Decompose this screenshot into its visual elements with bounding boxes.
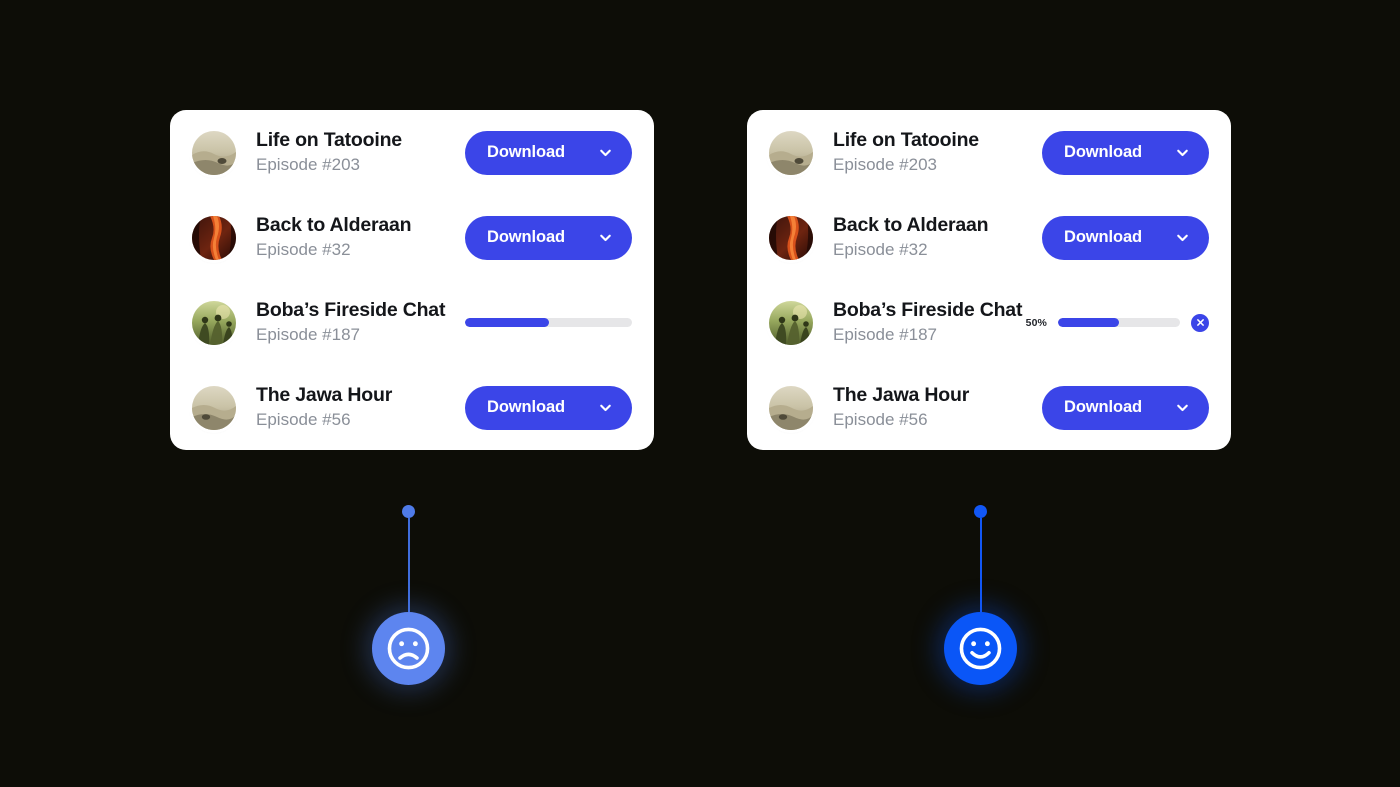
episode-artwork-figures — [192, 300, 236, 345]
episode-number: Episode #32 — [833, 240, 928, 260]
episode-artwork-desert — [769, 385, 813, 430]
download-button[interactable]: Download — [1042, 385, 1209, 430]
download-button[interactable]: Download — [465, 215, 632, 260]
episode-action: Download — [1025, 130, 1209, 175]
download-button[interactable]: Download — [465, 130, 632, 175]
episode-row: Back to Alderaan Episode #32 Download — [769, 195, 1209, 280]
positive-verdict — [944, 505, 1017, 685]
chevron-down-icon — [597, 399, 614, 416]
episode-number: Episode #56 — [256, 410, 351, 430]
episode-artwork-desert — [769, 130, 813, 175]
episode-artwork-figures — [769, 300, 813, 345]
episode-title: Boba’s Fireside Chat — [833, 298, 1023, 321]
episode-artwork-desert — [192, 130, 236, 175]
episode-title: Back to Alderaan — [833, 213, 989, 236]
download-button[interactable]: Download — [1042, 130, 1209, 175]
episode-meta: Back to Alderaan Episode #32 — [236, 214, 465, 262]
download-button[interactable]: Download — [1042, 215, 1209, 260]
happy-face-icon — [944, 612, 1017, 685]
episode-row-downloading: Boba’s Fireside Chat Episode #187 — [192, 280, 632, 365]
download-button-label: Download — [1064, 398, 1143, 416]
download-button-label: Download — [1064, 143, 1143, 161]
episode-number: Episode #203 — [833, 155, 937, 175]
episode-row-downloading: Boba’s Fireside Chat Episode #187 50% — [769, 280, 1209, 365]
verdict-stem — [407, 518, 410, 614]
episode-number: Episode #187 — [833, 325, 937, 345]
download-button-label: Download — [487, 143, 566, 161]
chevron-down-icon — [1174, 399, 1191, 416]
download-progress-group: 50% — [1025, 313, 1209, 332]
verdict-anchor-dot — [402, 505, 415, 518]
episode-title: Life on Tatooine — [256, 128, 402, 151]
episode-meta: Boba’s Fireside Chat Episode #187 — [813, 299, 1025, 347]
episode-action: 50% — [1025, 313, 1209, 332]
episode-title: Back to Alderaan — [256, 213, 412, 236]
sad-face-icon — [372, 612, 445, 685]
episode-title: The Jawa Hour — [256, 383, 393, 406]
chevron-down-icon — [597, 229, 614, 246]
episode-row: The Jawa Hour Episode #56 Download — [769, 365, 1209, 450]
episode-action — [465, 318, 632, 327]
episode-meta: Back to Alderaan Episode #32 — [813, 214, 1025, 262]
episode-title: The Jawa Hour — [833, 383, 970, 406]
close-icon — [1196, 318, 1205, 327]
episode-action: Download — [465, 385, 632, 430]
episode-meta: Boba’s Fireside Chat Episode #187 — [236, 299, 465, 347]
episode-action: Download — [465, 215, 632, 260]
comparison-stage: Life on Tatooine Episode #203 Download B… — [0, 0, 1400, 787]
download-percent-label: 50% — [1025, 316, 1047, 329]
episode-meta: The Jawa Hour Episode #56 — [813, 384, 1025, 432]
download-button-label: Download — [1064, 228, 1143, 246]
download-button-label: Download — [487, 398, 566, 416]
episode-row: Life on Tatooine Episode #203 Download — [192, 110, 632, 195]
episode-meta: Life on Tatooine Episode #203 — [236, 129, 465, 177]
episode-action: Download — [465, 130, 632, 175]
download-button[interactable]: Download — [465, 385, 632, 430]
cancel-download-button[interactable] — [1191, 313, 1209, 332]
download-button-label: Download — [487, 228, 566, 246]
episode-artwork-canyon — [192, 215, 236, 260]
chevron-down-icon — [1174, 144, 1191, 161]
chevron-down-icon — [1174, 229, 1191, 246]
episode-meta: Life on Tatooine Episode #203 — [813, 129, 1025, 177]
episode-action: Download — [1025, 215, 1209, 260]
episode-title: Boba’s Fireside Chat — [256, 298, 446, 321]
episode-number: Episode #187 — [256, 325, 360, 345]
verdict-stem — [979, 518, 982, 614]
download-progress-fill — [1058, 318, 1119, 327]
episode-artwork-canyon — [769, 215, 813, 260]
chevron-down-icon — [597, 144, 614, 161]
episode-number: Episode #56 — [833, 410, 928, 430]
episode-artwork-desert — [192, 385, 236, 430]
episode-number: Episode #203 — [256, 155, 360, 175]
episode-number: Episode #32 — [256, 240, 351, 260]
before-card: Life on Tatooine Episode #203 Download B… — [170, 110, 654, 450]
after-card: Life on Tatooine Episode #203 Download B… — [747, 110, 1231, 450]
episode-row: Life on Tatooine Episode #203 Download — [769, 110, 1209, 195]
episode-row: The Jawa Hour Episode #56 Download — [192, 365, 632, 450]
episode-title: Life on Tatooine — [833, 128, 979, 151]
download-progress-bar — [1058, 318, 1180, 327]
episode-row: Back to Alderaan Episode #32 Download — [192, 195, 632, 280]
download-progress-bar — [465, 318, 632, 327]
download-progress-fill — [465, 318, 549, 327]
episode-meta: The Jawa Hour Episode #56 — [236, 384, 465, 432]
episode-action: Download — [1025, 385, 1209, 430]
negative-verdict — [372, 505, 445, 685]
verdict-anchor-dot — [974, 505, 987, 518]
